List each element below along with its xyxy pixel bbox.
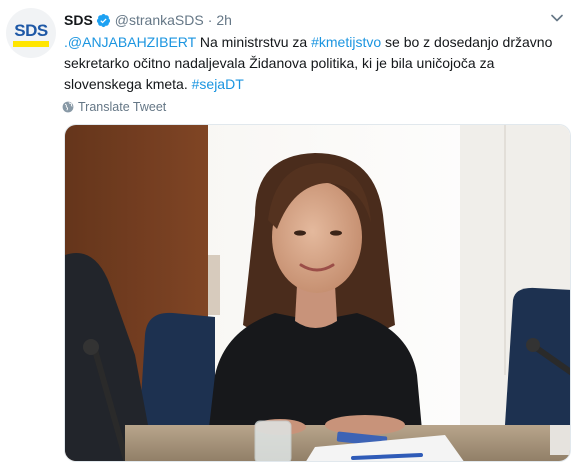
mention-link[interactable]: .@ANJABAHZIBERT	[64, 34, 196, 50]
tweet-line-3: slovenskega kmeta. #sejaDT	[64, 74, 564, 95]
display-name[interactable]: SDS	[64, 12, 93, 28]
chevron-down-icon[interactable]	[551, 14, 563, 22]
translate-tweet-button[interactable]: Translate Tweet	[62, 98, 166, 116]
tweet-text-segment: slovenskega kmeta.	[64, 76, 192, 92]
tweet-line-2: sekretarko očitno nadaljevala Židanova p…	[64, 55, 495, 71]
tweet-photo[interactable]	[64, 124, 571, 462]
hashtag-link[interactable]: #kmetijstvo	[311, 34, 381, 50]
tweet-text: .@ANJABAHZIBERT Na ministrstvu za #kmeti…	[64, 32, 564, 95]
tweet-line-1: .@ANJABAHZIBERT Na ministrstvu za #kmeti…	[64, 32, 564, 53]
verified-badge-icon	[96, 13, 110, 27]
avatar[interactable]: SDS	[6, 8, 56, 58]
photo-image	[65, 125, 570, 461]
hashtag-link[interactable]: #sejaDT	[192, 76, 244, 92]
separator-dot: ·	[207, 12, 213, 28]
tweet-text-segment: Na ministrstvu za	[195, 34, 312, 50]
globe-icon	[62, 101, 74, 113]
tweet-header: SDS @strankaSDS · 2h	[64, 10, 232, 30]
tweet-card[interactable]: SDS SDS @strankaSDS · 2h .@ANJABAHZIBERT…	[0, 0, 579, 467]
avatar-logo-bar	[13, 41, 49, 47]
handle[interactable]: @strankaSDS	[115, 12, 204, 28]
tweet-text-segment: se bo z dosedanjo državno	[381, 34, 553, 50]
timestamp[interactable]: 2h	[216, 12, 232, 28]
avatar-logo-text: SDS	[14, 21, 48, 40]
translate-label[interactable]: Translate Tweet	[78, 100, 166, 114]
